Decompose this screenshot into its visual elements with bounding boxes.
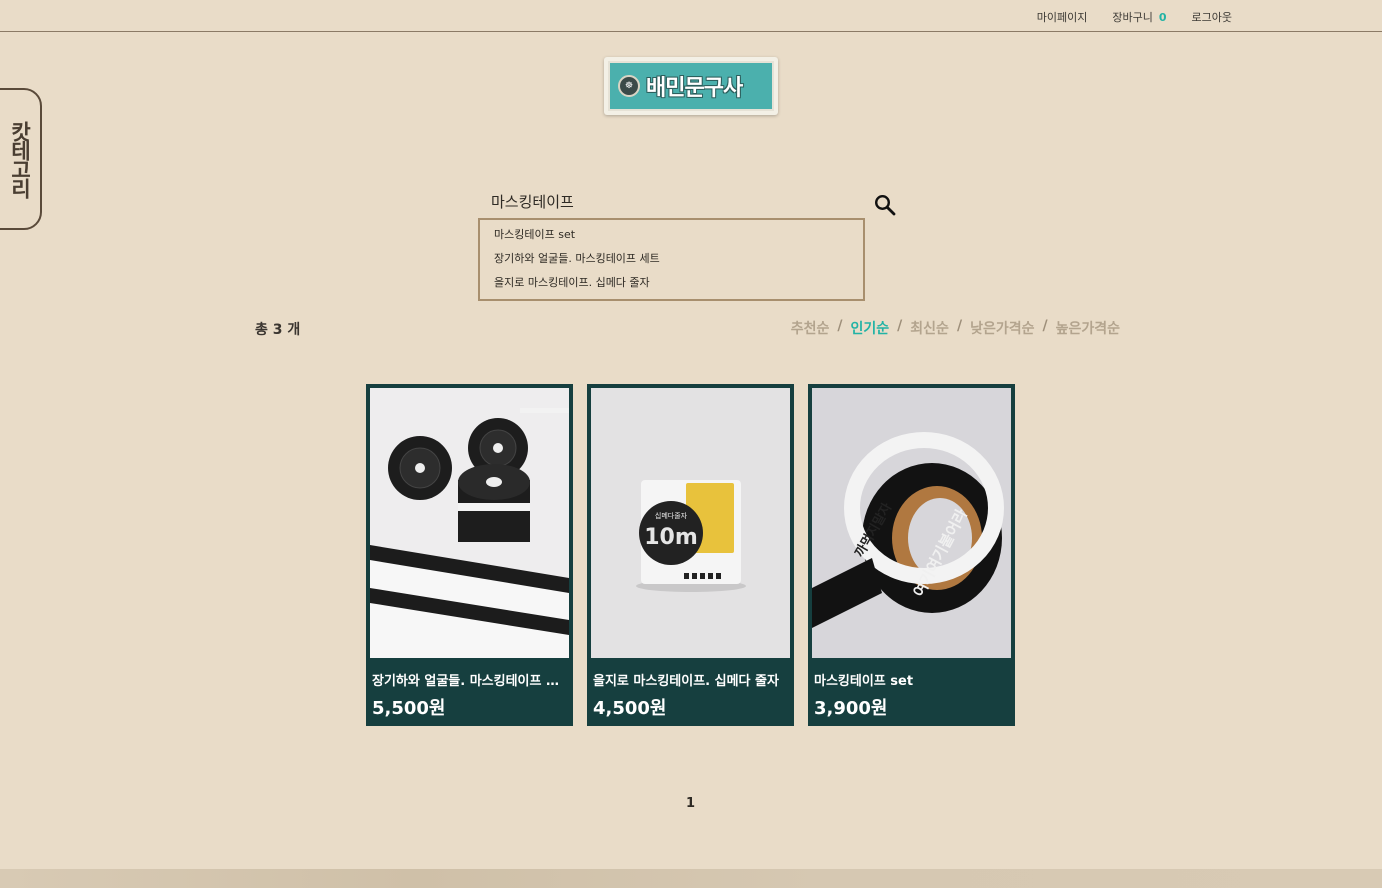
suggestion-item[interactable]: 을지로 마스킹테이프. 십메다 줄자 xyxy=(480,274,863,298)
logo-plate: ☸ 배민문구사 xyxy=(608,61,774,111)
footer-strip xyxy=(0,869,1382,888)
search-suggestions: 마스킹테이프 set 장기하와 얼굴들. 마스킹테이프 세트 을지로 마스킹테이… xyxy=(478,218,865,301)
category-tab-label: 캇테고리 xyxy=(8,121,32,197)
mypage-link[interactable]: 마이페이지 xyxy=(1037,9,1088,25)
emblem-icon: ☸ xyxy=(618,75,640,97)
sort-newest[interactable]: 최신순 xyxy=(910,318,949,338)
logout-link[interactable]: 로그아웃 xyxy=(1192,9,1232,25)
product-name: 장기하와 얼굴들. 마스킹테이프 세트 xyxy=(372,674,562,689)
product-grid: 장기하와 얼굴들. 마스킹테이프 세트 5,500원 십메다줄자 10m 을지로… xyxy=(366,384,1015,726)
top-bar: 마이페이지 장바구니 0 로그아웃 xyxy=(0,0,1382,32)
sort-separator: / xyxy=(956,318,963,334)
product-name: 마스킹테이프 set xyxy=(814,674,914,689)
product-card[interactable]: 장기하와 얼굴들. 마스킹테이프 세트 5,500원 xyxy=(366,384,573,726)
tape-measure-image: 십메다줄자 10m xyxy=(591,388,790,658)
p2-label-top: 십메다줄자 xyxy=(655,511,688,520)
site-logo[interactable]: ☸ 배민문구사 xyxy=(604,57,778,115)
search-icon[interactable] xyxy=(873,193,897,217)
product-image: 여기여기붙어라 까먹지말자 xyxy=(812,388,1011,658)
cart-label: 장바구니 xyxy=(1112,11,1153,24)
washi-tape-image: 여기여기붙어라 까먹지말자 xyxy=(812,388,1011,658)
sort-separator: / xyxy=(1042,318,1048,334)
product-image: 십메다줄자 10m xyxy=(591,388,790,658)
sort-recommended[interactable]: 추천순 xyxy=(791,318,830,338)
suggestion-item[interactable]: 마스킹테이프 set xyxy=(480,226,863,250)
p2-label-big: 10m xyxy=(644,525,698,550)
category-tab[interactable]: 캇테고리 xyxy=(0,88,42,230)
tape-rolls-image xyxy=(370,388,569,658)
sort-popular[interactable]: 인기순 xyxy=(851,318,890,338)
sort-separator: / xyxy=(837,318,843,334)
product-card[interactable]: 십메다줄자 10m 을지로 마스킹테이프. 십메다 줄자 4,500원 xyxy=(587,384,794,726)
product-price: 5,500원 xyxy=(372,698,446,719)
top-links: 마이페이지 장바구니 0 로그아웃 xyxy=(1037,9,1232,25)
product-image xyxy=(370,388,569,658)
suggestion-item[interactable]: 장기하와 얼굴들. 마스킹테이프 세트 xyxy=(480,250,863,274)
sort-options: 추천순 / 인기순 / 최신순 / 낮은가격순 / 높은가격순 xyxy=(791,318,1120,338)
pagination-page[interactable]: 1 xyxy=(686,796,695,811)
product-name: 을지로 마스킹테이프. 십메다 줄자 xyxy=(593,674,779,689)
result-count: 총 3 개 xyxy=(255,322,301,338)
sort-low-price[interactable]: 낮은가격순 xyxy=(970,318,1034,338)
sort-separator: / xyxy=(897,318,903,334)
product-card[interactable]: 여기여기붙어라 까먹지말자 마스킹테이프 set 3,900원 xyxy=(808,384,1015,726)
product-price: 4,500원 xyxy=(593,698,667,719)
sort-high-price[interactable]: 높은가격순 xyxy=(1056,318,1120,338)
search-input[interactable] xyxy=(480,186,864,216)
cart-count-badge: 0 xyxy=(1158,11,1167,24)
cart-link[interactable]: 장바구니 0 xyxy=(1112,9,1166,25)
logo-text: 배민문구사 xyxy=(646,76,743,101)
product-price: 3,900원 xyxy=(814,698,888,719)
